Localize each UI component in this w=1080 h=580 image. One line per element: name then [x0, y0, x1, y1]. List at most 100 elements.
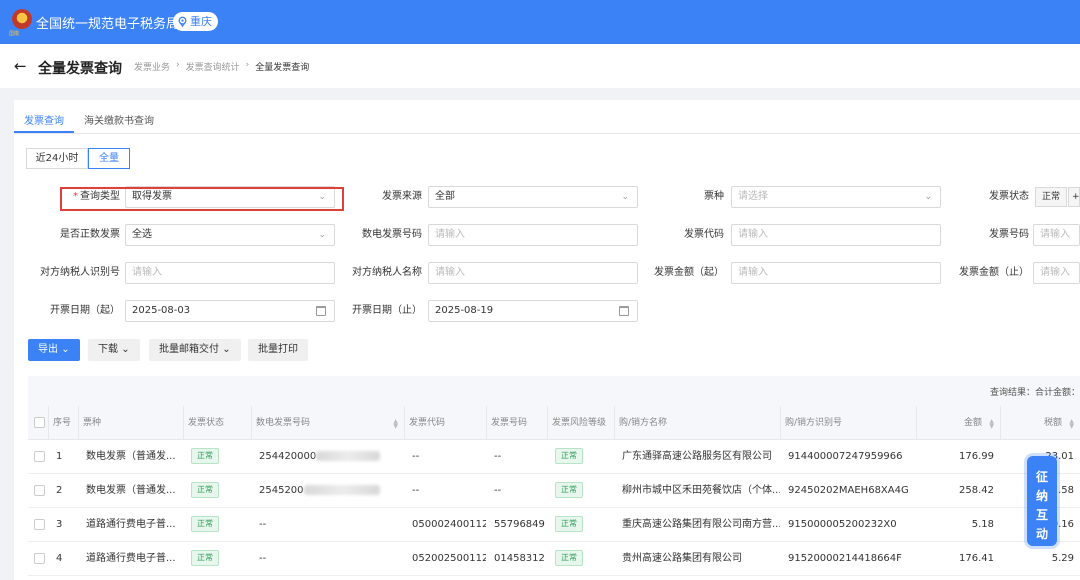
- table-row[interactable]: 1 数电发票（普通发... 正常 254420000 -- -- 正常 广东通驿…: [28, 440, 1080, 474]
- cell-code: 052002500112: [412, 553, 486, 564]
- widget-char: 动: [1035, 527, 1048, 541]
- invoice-kind-label: 票种: [704, 191, 724, 202]
- invoice-status-label: 发票状态: [989, 191, 1029, 202]
- cell-party-name: 重庆高速公路集团有限公司南方营...: [622, 519, 780, 530]
- invoice-code-input[interactable]: 请输入: [731, 224, 941, 246]
- interaction-widget[interactable]: 征 纳 互 动: [1027, 456, 1057, 546]
- cell-risk: 正常: [551, 542, 614, 576]
- select-all-checkbox[interactable]: [34, 417, 45, 428]
- table-row[interactable]: 4 道路通行费电子普... 正常 -- 052002500112 0145831…: [28, 542, 1080, 576]
- tab-customs-payment-query[interactable]: 海关缴款书查询: [84, 112, 154, 127]
- tab-bar: 发票查询 海关缴款书查询: [14, 100, 1080, 134]
- invoice-status-normal[interactable]: 正常: [1035, 187, 1068, 207]
- invoice-kind-select[interactable]: 请选择 ⌄: [731, 186, 941, 208]
- cell-party-id: 91520000214418664F: [788, 553, 902, 564]
- col-digital-no-label: 数电发票号码: [256, 418, 311, 428]
- widget-char: 纳: [1035, 489, 1048, 503]
- amount-to-label: 发票金额（止）: [959, 267, 1029, 278]
- cell-kind: 道路通行费电子普...: [86, 553, 176, 564]
- col-status: 发票状态: [183, 406, 251, 440]
- invoice-kind-placeholder: 请选择: [738, 191, 768, 202]
- digital-no-label: 数电发票号码: [362, 229, 422, 240]
- region-selector[interactable]: 重庆: [173, 12, 218, 31]
- breadcrumb-item[interactable]: 发票查询统计: [186, 60, 240, 73]
- date-from-value: 2025-08-03: [132, 305, 191, 316]
- chevron-down-icon: ⌄: [222, 344, 231, 355]
- col-tax[interactable]: 税额 ▲ ▼: [1000, 406, 1080, 440]
- active-tab-indicator: [14, 131, 74, 133]
- digital-no-input[interactable]: 请输入: [428, 224, 638, 246]
- page-title-bar: ← 全量发票查询 发票业务 › 发票查询统计 › 全量发票查询: [0, 44, 1080, 88]
- amount-from-input[interactable]: 请输入: [731, 262, 941, 284]
- batch-mail-button[interactable]: 批量邮箱交付 ⌄: [149, 339, 241, 361]
- row-checkbox[interactable]: [34, 553, 45, 564]
- sort-icon[interactable]: ▲ ▼: [989, 419, 994, 430]
- cell-status: 正常: [187, 474, 251, 508]
- export-button[interactable]: 导出 ⌄: [28, 339, 80, 361]
- cell-party-id: 915000005200232X0: [788, 519, 897, 530]
- export-label: 导出: [38, 344, 58, 355]
- table-header: 序号 票种 发票状态 数电发票号码 ▲ ▼ 发票代码 发票号码 发票风险等级 购/销…: [28, 406, 1080, 440]
- widget-char: 征: [1035, 470, 1048, 484]
- col-digital-no[interactable]: 数电发票号码 ▲ ▼: [251, 406, 404, 440]
- batch-print-button[interactable]: 批量打印: [248, 339, 308, 361]
- breadcrumb-separator-icon: ›: [176, 60, 180, 70]
- row-checkbox[interactable]: [34, 519, 45, 530]
- counterparty-name-label: 对方纳税人名称: [352, 267, 422, 278]
- invoice-status-more[interactable]: +: [1068, 187, 1080, 207]
- invoice-source-value: 全部: [435, 191, 455, 202]
- is-positive-select[interactable]: 全选 ⌄: [125, 224, 335, 246]
- cell-amount: 176.99: [959, 451, 994, 462]
- sort-icon[interactable]: ▲ ▼: [1069, 419, 1074, 430]
- row-checkbox[interactable]: [34, 451, 45, 462]
- invoice-no-input[interactable]: 请输入: [1033, 224, 1080, 246]
- cell-code: --: [412, 485, 420, 496]
- status-badge: 正常: [191, 448, 219, 464]
- risk-badge: 正常: [555, 516, 583, 532]
- cell-kind: 数电发票（普通发...: [86, 485, 176, 496]
- location-pin-icon: [178, 16, 187, 27]
- cell-amount: 176.41: [959, 553, 994, 564]
- cell-kind: 数电发票（普通发...: [86, 451, 176, 462]
- widget-char: 互: [1035, 508, 1048, 522]
- status-badge: 正常: [191, 516, 219, 532]
- col-risk: 发票风险等级: [547, 406, 614, 440]
- breadcrumb-current: 全量发票查询: [255, 63, 310, 73]
- invoice-source-label: 发票来源: [382, 191, 422, 202]
- cell-number: 55796849: [494, 519, 545, 530]
- row-checkbox[interactable]: [34, 485, 45, 496]
- date-from-picker[interactable]: 2025-08-03: [125, 300, 335, 322]
- range-last-24h[interactable]: 近24小时: [26, 148, 88, 169]
- counterparty-name-input[interactable]: 请输入: [428, 262, 638, 284]
- status-badge: 正常: [191, 550, 219, 566]
- cell-index: 3: [56, 519, 63, 530]
- calendar-icon: [619, 306, 629, 316]
- range-all[interactable]: 全量: [88, 148, 130, 169]
- cell-code: 050002400112: [412, 519, 486, 530]
- col-amount[interactable]: 金额 ▲ ▼: [916, 406, 1000, 440]
- col-amount-label: 金额: [963, 418, 982, 428]
- tab-invoice-query[interactable]: 发票查询: [24, 112, 64, 127]
- breadcrumb: 发票业务 › 发票查询统计 › 全量发票查询: [134, 60, 309, 73]
- cell-number: --: [494, 485, 502, 496]
- back-arrow-icon[interactable]: ←: [14, 57, 27, 75]
- col-tax-label: 税额: [1043, 418, 1062, 428]
- cell-digital-no: 2545200: [255, 474, 404, 508]
- risk-badge: 正常: [555, 448, 583, 464]
- date-to-picker[interactable]: 2025-08-19: [428, 300, 638, 322]
- sort-icon[interactable]: ▲ ▼: [393, 419, 398, 430]
- cell-party-id: 92450202MAEH68XA4G: [788, 485, 909, 496]
- col-party-name: 购/销方名称: [614, 406, 780, 440]
- table-row[interactable]: 3 道路通行费电子普... 正常 -- 050002400112 5579684…: [28, 508, 1080, 542]
- cell-index: 1: [56, 451, 63, 462]
- cell-party-name: 柳州市城中区禾田苑餐饮店（个体...: [622, 485, 780, 496]
- counterparty-id-input[interactable]: 请输入: [125, 262, 335, 284]
- breadcrumb-item[interactable]: 发票业务: [134, 60, 170, 73]
- table-row[interactable]: 2 数电发票（普通发... 正常 2545200 -- -- 正常 柳州市城中区…: [28, 474, 1080, 508]
- invoice-source-select[interactable]: 全部 ⌄: [428, 186, 638, 208]
- cell-risk: 正常: [551, 474, 614, 508]
- region-label: 重庆: [190, 15, 212, 28]
- download-button[interactable]: 下载 ⌄: [88, 339, 140, 361]
- amount-to-input[interactable]: 请输入: [1033, 262, 1080, 284]
- counterparty-id-label: 对方纳税人识别号: [40, 267, 120, 278]
